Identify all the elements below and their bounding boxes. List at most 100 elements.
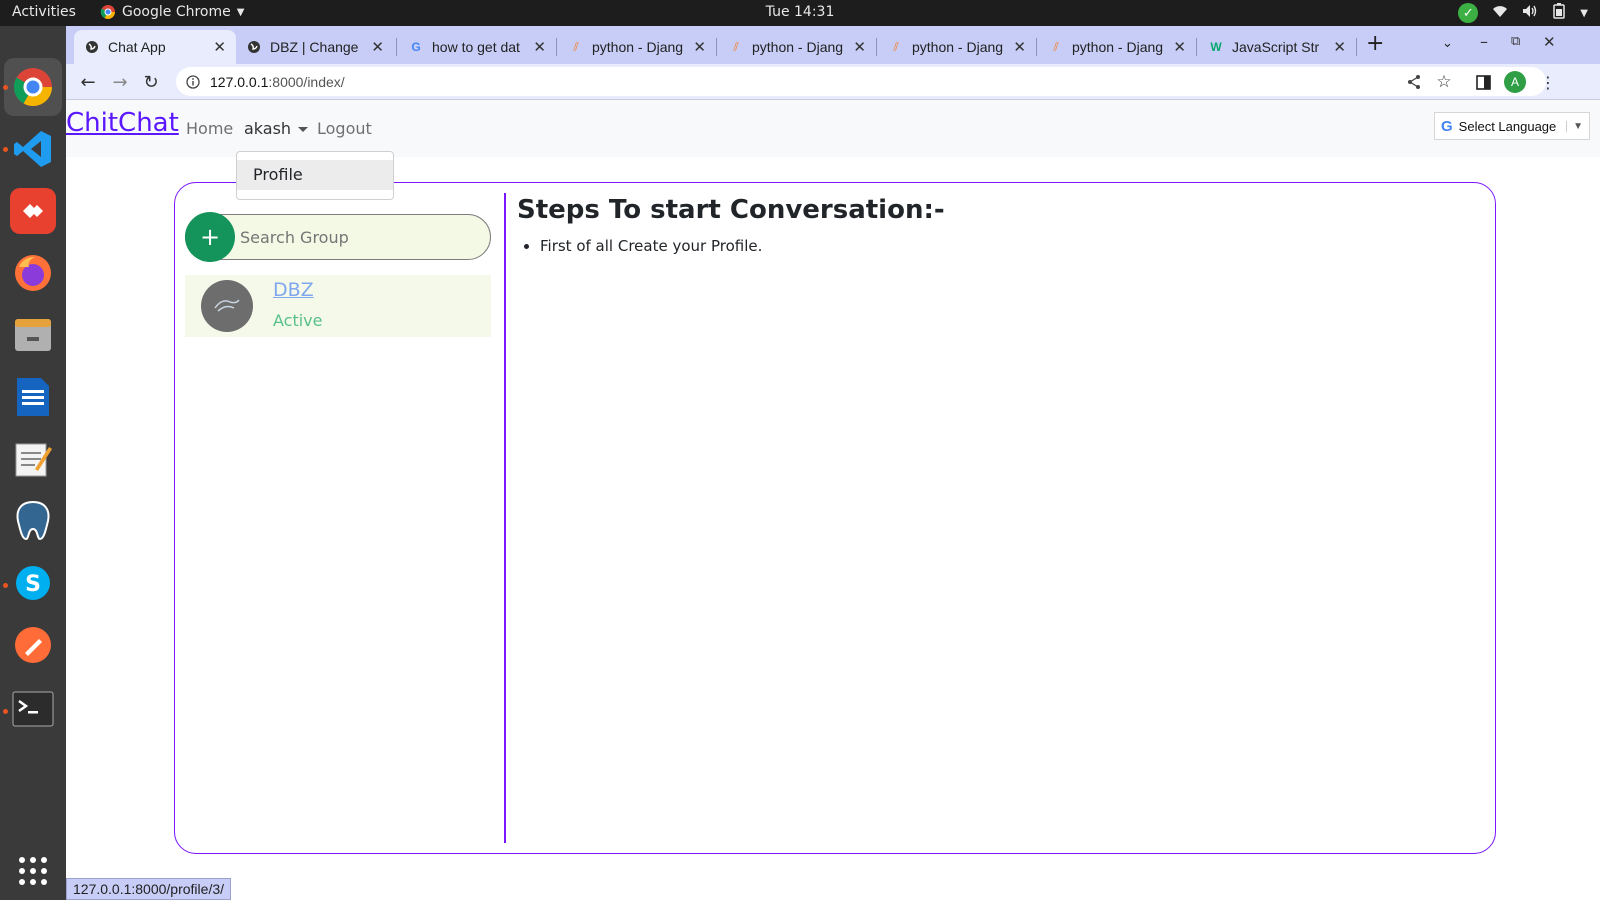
ubuntu-dock: S <box>0 26 66 900</box>
user-name: akash <box>244 119 292 138</box>
address-bar-row: ← → ↻ 127.0.0.1:8000/index/ ☆ A ⋮ <box>66 64 1600 100</box>
google-icon: G <box>411 40 421 54</box>
dropdown-item-profile[interactable]: Profile <box>237 160 393 190</box>
close-icon[interactable]: ✕ <box>213 38 226 56</box>
w3schools-icon: W <box>1210 40 1222 54</box>
nav-user-dropdown[interactable]: akash <box>244 119 309 138</box>
caret-down-icon <box>298 127 309 132</box>
tab-javascript[interactable]: W JavaScript Str ✕ <box>1198 30 1356 64</box>
chevron-down-icon: ▼ <box>236 6 245 18</box>
nav-home[interactable]: Home <box>186 119 233 138</box>
stackoverflow-icon: ⫽ <box>1053 39 1059 54</box>
check-icon[interactable]: ✓ <box>1458 3 1479 23</box>
tab-title: DBZ | Change <box>270 39 359 55</box>
close-icon[interactable]: ✕ <box>533 38 546 56</box>
profile-avatar[interactable]: A <box>1504 71 1526 93</box>
firefox-icon[interactable] <box>10 250 56 296</box>
share-icon[interactable] <box>1402 70 1426 94</box>
add-group-button[interactable]: + <box>185 212 235 262</box>
tab-strip: Chat App ✕ DBZ | Change ✕ G how to get d… <box>66 26 1600 64</box>
url-bar[interactable]: 127.0.0.1:8000/index/ <box>176 67 1546 96</box>
more-menu-icon[interactable]: ⋮ <box>1536 70 1560 94</box>
minimize-icon[interactable]: – <box>1480 32 1488 51</box>
close-icon[interactable]: ✕ <box>371 38 384 56</box>
running-indicator <box>3 85 8 90</box>
tab-title: python - Djang <box>912 39 1004 55</box>
close-icon[interactable]: ✕ <box>693 38 706 56</box>
tab-chat-app[interactable]: Chat App ✕ <box>74 30 236 64</box>
panel-divider <box>504 193 506 843</box>
tab-dbz-change[interactable]: DBZ | Change ✕ <box>236 30 394 64</box>
tab-stackoverflow-1[interactable]: ⫽ python - Djang ✕ <box>558 30 716 64</box>
group-list-item[interactable]: DBZ Active <box>185 275 491 337</box>
web-page: ChitChat Home akash Logout G Select Lang… <box>66 100 1600 900</box>
tab-title: python - Djang <box>752 39 844 55</box>
system-tray[interactable]: ✓ ▼ <box>1458 3 1588 23</box>
anydesk-icon[interactable] <box>10 188 56 234</box>
search-group-box: + <box>185 212 491 262</box>
brand-link[interactable]: ChitChat <box>66 108 179 138</box>
side-panel-icon[interactable] <box>1471 70 1495 94</box>
pgadmin-icon[interactable] <box>10 498 56 544</box>
volume-icon[interactable] <box>1522 4 1538 22</box>
chrome-icon[interactable] <box>10 64 56 110</box>
list-item: First of all Create your Profile. <box>540 237 762 255</box>
stackoverflow-icon: ⫽ <box>893 39 899 54</box>
wifi-icon[interactable] <box>1492 4 1508 22</box>
close-icon[interactable]: ✕ <box>1013 38 1026 56</box>
steps-list: First of all Create your Profile. <box>540 237 762 255</box>
files-icon[interactable] <box>10 312 56 358</box>
terminal-icon[interactable] <box>10 686 56 732</box>
new-tab-icon[interactable]: + <box>1366 31 1384 56</box>
chevron-down-icon: ▼ <box>1566 120 1583 132</box>
writer-icon[interactable] <box>10 374 56 420</box>
group-sidebar: + DBZ Active <box>175 183 505 853</box>
system-top-bar: Activities Google Chrome ▼ Tue 14:31 ✓ ▼ <box>0 0 1600 26</box>
app-name: Google Chrome <box>122 4 231 20</box>
url-host: 127.0.0.1 <box>210 73 269 90</box>
site-navbar: ChitChat Home akash Logout G Select Lang… <box>66 100 1600 157</box>
tab-google-search[interactable]: G how to get dat ✕ <box>398 30 556 64</box>
running-indicator <box>3 709 8 714</box>
url-path: :8000/index/ <box>268 73 345 90</box>
app-menu[interactable]: Google Chrome ▼ <box>100 4 244 20</box>
reload-icon[interactable]: ↻ <box>139 70 163 94</box>
user-dropdown-menu: Profile <box>236 151 394 200</box>
forward-arrow-icon[interactable]: → <box>108 70 132 94</box>
info-icon[interactable] <box>186 74 200 89</box>
stackoverflow-icon: ⫽ <box>573 39 579 54</box>
vscode-icon[interactable] <box>10 126 56 172</box>
back-arrow-icon[interactable]: ← <box>76 70 100 94</box>
chevron-down-icon[interactable]: ▼ <box>1580 8 1588 19</box>
nav-logout[interactable]: Logout <box>317 119 372 138</box>
restore-icon[interactable]: ⧉ <box>1511 34 1520 49</box>
group-avatar <box>201 280 253 332</box>
language-select[interactable]: G Select Language ▼ <box>1434 112 1590 140</box>
postman-icon[interactable] <box>10 622 56 668</box>
close-icon[interactable]: ✕ <box>1333 38 1346 56</box>
running-indicator <box>3 147 8 152</box>
tab-title: JavaScript Str <box>1232 39 1320 55</box>
close-icon[interactable]: ✕ <box>1173 38 1186 56</box>
search-group-input[interactable] <box>240 225 480 249</box>
svg-text:S: S <box>25 572 41 597</box>
activities-button[interactable]: Activities <box>12 4 76 20</box>
battery-icon[interactable] <box>1552 3 1566 23</box>
text-editor-icon[interactable] <box>10 436 56 482</box>
chrome-icon <box>100 5 115 19</box>
skype-icon[interactable]: S <box>10 560 56 606</box>
tab-title: python - Djang <box>1072 39 1164 55</box>
close-window-icon[interactable]: ✕ <box>1543 33 1556 51</box>
tab-stackoverflow-3[interactable]: ⫽ python - Djang ✕ <box>878 30 1036 64</box>
show-applications-icon[interactable] <box>10 848 56 894</box>
close-icon[interactable]: ✕ <box>853 38 866 56</box>
group-name[interactable]: DBZ <box>273 279 314 301</box>
link-status-bubble: 127.0.0.1:8000/profile/3/ <box>66 878 232 900</box>
google-icon: G <box>1441 117 1453 135</box>
tab-stackoverflow-4[interactable]: ⫽ python - Djang ✕ <box>1038 30 1196 64</box>
tab-stackoverflow-2[interactable]: ⫽ python - Djang ✕ <box>718 30 876 64</box>
clock[interactable]: Tue 14:31 <box>766 4 835 20</box>
tab-title: python - Djang <box>592 39 684 55</box>
star-icon[interactable]: ☆ <box>1432 70 1456 94</box>
chevron-down-icon[interactable]: ⌄ <box>1442 36 1453 51</box>
